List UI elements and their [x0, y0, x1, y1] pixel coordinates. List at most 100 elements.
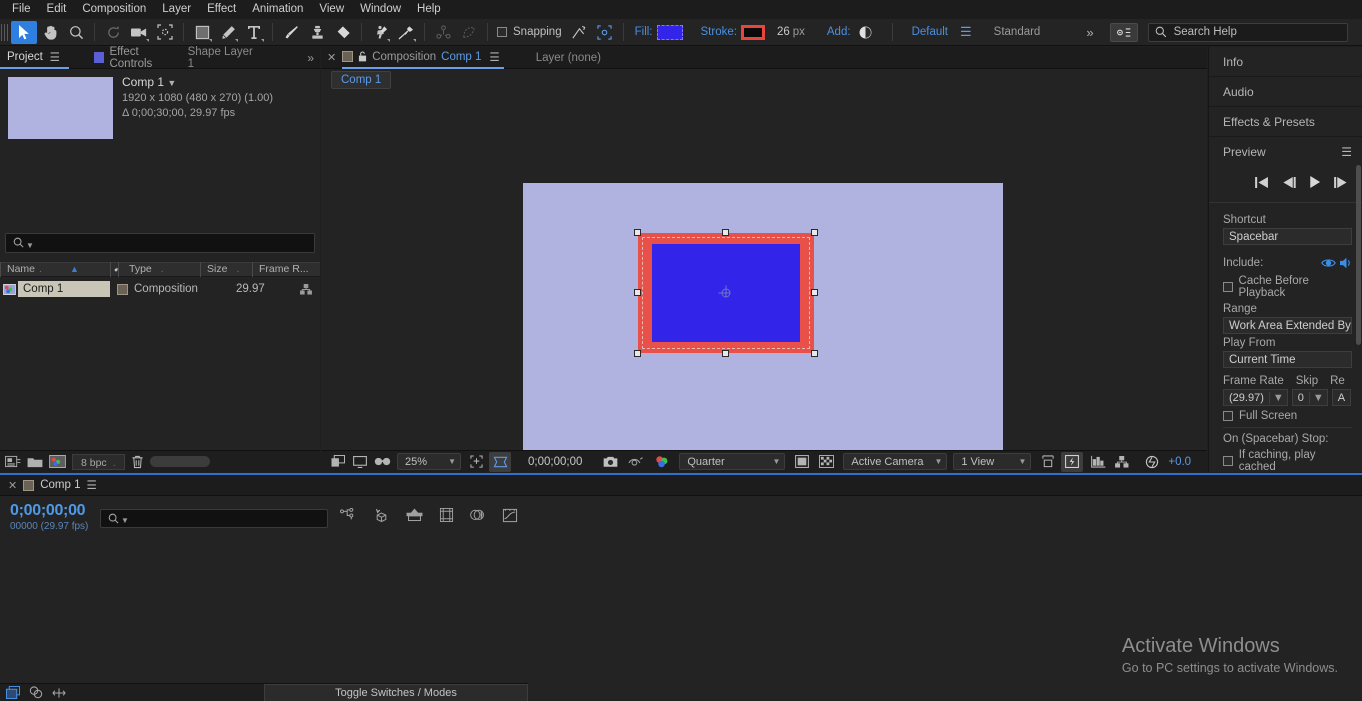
- transparency-grid-icon[interactable]: [815, 452, 837, 472]
- tab-composition[interactable]: Composition Comp 1 ☰: [342, 47, 504, 69]
- region-of-interest-icon[interactable]: [489, 452, 511, 472]
- channel-selector-icon[interactable]: [651, 452, 673, 472]
- layer-switches-toggle-icon[interactable]: [6, 686, 20, 699]
- exposure-reset-icon[interactable]: [1141, 452, 1163, 472]
- lock-icon[interactable]: [358, 51, 367, 62]
- fast-previews-icon[interactable]: [1061, 452, 1083, 472]
- menu-item-composition[interactable]: Composition: [74, 0, 154, 19]
- main-viewer-icon[interactable]: [349, 452, 371, 472]
- new-folder-icon[interactable]: [27, 455, 43, 468]
- project-search-input[interactable]: ▼: [5, 233, 315, 253]
- rotation-tool-icon[interactable]: [100, 21, 126, 44]
- workspace-menu-icon[interactable]: ☰: [960, 24, 972, 40]
- column-header-label[interactable]: [110, 262, 118, 277]
- tab-layer[interactable]: Layer (none): [536, 52, 601, 64]
- menu-item-layer[interactable]: Layer: [154, 0, 199, 19]
- composition-panel-menu-icon[interactable]: ☰: [489, 50, 499, 64]
- 3d-glasses-icon[interactable]: [371, 452, 393, 472]
- menu-item-file[interactable]: File: [4, 0, 39, 19]
- view-layout-dropdown[interactable]: 1 View ▼: [953, 453, 1031, 470]
- workspace-standard-label[interactable]: Standard: [994, 26, 1041, 38]
- project-tabs-overflow-icon[interactable]: »: [301, 51, 320, 65]
- toggle-mask-paths-icon[interactable]: [791, 452, 813, 472]
- show-snapshot-icon[interactable]: [625, 452, 647, 472]
- frame-rate-dropdown[interactable]: (29.97) ▼: [1223, 389, 1288, 406]
- play-from-field[interactable]: Current Time: [1223, 351, 1352, 368]
- brush-tool-icon[interactable]: [278, 21, 304, 44]
- timeline-panel-menu-icon[interactable]: ☰: [87, 478, 97, 492]
- enable-frame-blending-icon[interactable]: [439, 508, 454, 523]
- column-header-type[interactable]: Type.: [118, 262, 200, 277]
- snapping-control[interactable]: Snapping: [493, 26, 566, 38]
- skip-dropdown[interactable]: 0 ▼: [1292, 389, 1328, 406]
- shape-layer-selection[interactable]: [638, 233, 814, 353]
- fill-color-swatch[interactable]: [657, 25, 683, 40]
- selection-handle-tc[interactable]: [722, 229, 729, 236]
- pixel-aspect-correction-icon[interactable]: [1037, 452, 1059, 472]
- zoom-level-dropdown[interactable]: 25% ▼: [397, 453, 461, 470]
- panel-effects-presets[interactable]: Effects & Presets: [1209, 107, 1362, 137]
- include-audio-icon[interactable]: [1340, 257, 1352, 269]
- cache-before-playback-checkbox[interactable]: [1223, 282, 1233, 292]
- include-video-icon[interactable]: [1321, 257, 1336, 269]
- snap-bounds-icon[interactable]: [592, 21, 618, 44]
- delete-icon[interactable]: [131, 455, 144, 469]
- composition-stage[interactable]: [523, 183, 1003, 453]
- if-caching-row[interactable]: If caching, play cached: [1223, 449, 1352, 473]
- hide-shy-layers-icon[interactable]: [406, 508, 423, 523]
- project-item-name[interactable]: Comp 1: [18, 281, 110, 297]
- stroke-color-swatch[interactable]: [741, 25, 765, 40]
- pen-tool-icon[interactable]: [215, 21, 241, 44]
- previous-frame-icon[interactable]: [1282, 177, 1296, 188]
- selection-handle-tr[interactable]: [811, 229, 818, 236]
- full-screen-row[interactable]: Full Screen: [1223, 410, 1352, 422]
- first-frame-icon[interactable]: [1255, 177, 1269, 188]
- enable-motion-blur-icon[interactable]: [470, 508, 486, 523]
- resolution-region-icon[interactable]: [465, 452, 487, 472]
- panel-menu-icon[interactable]: ☰: [48, 50, 62, 64]
- anchor-point-tool-icon[interactable]: [430, 21, 456, 44]
- full-screen-checkbox[interactable]: [1223, 411, 1233, 421]
- last-frame-icon[interactable]: [1334, 177, 1348, 188]
- snapping-checkbox[interactable]: [497, 27, 507, 37]
- column-header-framerate[interactable]: Frame R...: [252, 262, 310, 277]
- right-panel-scrollbar[interactable]: [1356, 165, 1361, 345]
- resolution-dropdown[interactable]: Quarter ▼: [679, 453, 785, 470]
- selection-handle-tl[interactable]: [634, 229, 641, 236]
- mask-tool-icon[interactable]: [456, 21, 482, 44]
- text-tool-icon[interactable]: [241, 21, 267, 44]
- timeline-close-icon[interactable]: ✕: [8, 479, 17, 492]
- selection-tool-icon[interactable]: [11, 21, 37, 44]
- search-help-box[interactable]: Search Help: [1148, 23, 1348, 42]
- range-field[interactable]: Work Area Extended By C: [1223, 317, 1352, 334]
- menu-item-help[interactable]: Help: [409, 0, 449, 19]
- shape-tool-icon[interactable]: [189, 21, 215, 44]
- tab-timeline-comp1[interactable]: Comp 1 ☰: [23, 475, 97, 496]
- menu-item-window[interactable]: Window: [352, 0, 409, 19]
- breadcrumb-comp1[interactable]: Comp 1: [331, 71, 391, 89]
- anchor-point-icon[interactable]: [722, 289, 731, 298]
- composition-viewer[interactable]: [321, 91, 1207, 450]
- camera-tool-icon[interactable]: [126, 21, 152, 44]
- column-header-name[interactable]: Name. ▲: [0, 262, 110, 277]
- selection-handle-bc[interactable]: [722, 350, 729, 357]
- zoom-tool-icon[interactable]: [63, 21, 89, 44]
- clone-stamp-tool-icon[interactable]: [304, 21, 330, 44]
- transfer-controls-icon[interactable]: [29, 686, 43, 699]
- graph-editor-icon[interactable]: [502, 508, 518, 523]
- tab-effect-controls[interactable]: Effect Controls Shape Layer 1: [87, 47, 268, 69]
- composition-timecode[interactable]: 0;00;00;00: [521, 456, 589, 468]
- timeline-timecode[interactable]: 0;00;00;00: [10, 502, 88, 520]
- roto-brush-tool-icon[interactable]: [367, 21, 393, 44]
- snap-target-icon[interactable]: [566, 21, 592, 44]
- toolbar-grip[interactable]: [1, 24, 9, 41]
- project-item-hierarchy-icon[interactable]: [300, 284, 312, 295]
- comp-flowchart-icon[interactable]: [1111, 452, 1133, 472]
- always-preview-icon[interactable]: [327, 452, 349, 472]
- selection-handle-bl[interactable]: [634, 350, 641, 357]
- project-item-row[interactable]: Comp 1 Composition 29.97: [0, 280, 320, 298]
- menu-item-edit[interactable]: Edit: [39, 0, 75, 19]
- preview-resolution-dropdown[interactable]: A: [1332, 389, 1351, 406]
- toggle-switches-modes-button[interactable]: Toggle Switches / Modes: [264, 684, 528, 701]
- new-project-icon[interactable]: [5, 455, 21, 468]
